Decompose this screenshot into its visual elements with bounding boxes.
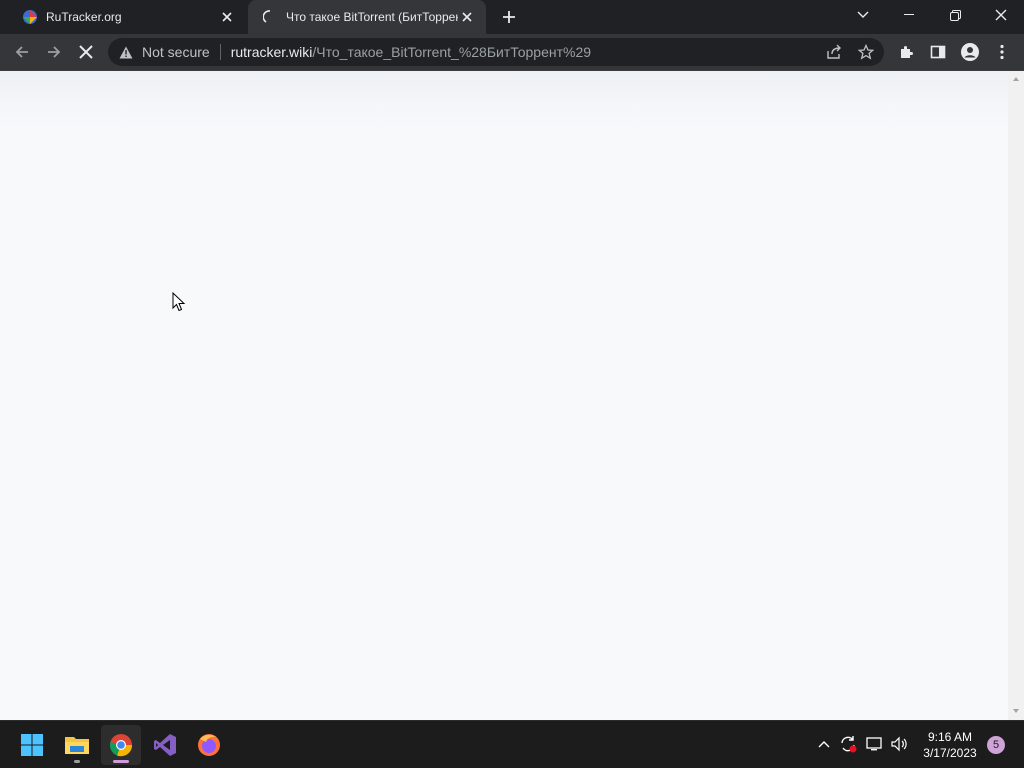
- restore-icon[interactable]: [932, 0, 978, 30]
- notification-count-badge[interactable]: 5: [987, 736, 1005, 754]
- volume-icon[interactable]: [889, 733, 911, 755]
- tab-bittorrent-article[interactable]: Что такое BitTorrent (БитТоррент): [248, 0, 486, 34]
- windows-start-icon[interactable]: [12, 725, 52, 765]
- extensions-puzzle-icon[interactable]: [892, 38, 920, 66]
- security-label[interactable]: Not secure: [142, 44, 210, 60]
- tab-search-icon[interactable]: [840, 0, 886, 30]
- menu-kebab-icon[interactable]: [988, 38, 1016, 66]
- clock-date: 3/17/2023: [923, 746, 977, 760]
- loading-spinner-icon: [262, 9, 278, 25]
- close-tab-icon[interactable]: [458, 8, 476, 26]
- profile-avatar-icon[interactable]: [956, 38, 984, 66]
- vertical-scrollbar[interactable]: [1008, 71, 1024, 720]
- minimize-icon[interactable]: [886, 0, 932, 30]
- tab-rutracker[interactable]: RuTracker.org: [8, 0, 246, 34]
- network-icon[interactable]: [864, 733, 886, 755]
- tab-title: RuTracker.org: [46, 10, 122, 24]
- rutracker-favicon: [22, 9, 38, 25]
- running-indicator: [74, 760, 80, 763]
- bookmark-star-icon[interactable]: [852, 38, 880, 66]
- page-viewport[interactable]: [0, 71, 1024, 720]
- close-tab-icon[interactable]: [218, 8, 236, 26]
- clock-time: 9:16 AM: [927, 730, 973, 744]
- tab-title: Что такое BitTorrent (БитТоррент): [286, 10, 458, 24]
- show-hidden-icons-chevron-icon[interactable]: [813, 733, 835, 755]
- url-host: rutracker.wiki: [230, 44, 313, 60]
- share-icon[interactable]: [820, 38, 848, 66]
- active-indicator: [113, 760, 129, 763]
- address-bar[interactable]: Not secure rutracker.wiki /Что_такое_Bit…: [108, 38, 884, 66]
- scroll-down-icon[interactable]: [1012, 707, 1020, 715]
- windows-taskbar: 9:16 AM 3/17/2023 5: [0, 720, 1024, 768]
- stop-loading-icon[interactable]: [72, 38, 100, 66]
- url-path: /Что_такое_BitTorrent_%28БитТоррент%29: [312, 44, 592, 60]
- file-explorer-icon[interactable]: [57, 725, 97, 765]
- tab-strip: RuTracker.org Что такое BitTorrent (БитТ…: [0, 0, 1024, 34]
- google-chrome-icon[interactable]: [101, 725, 141, 765]
- visual-studio-icon[interactable]: [145, 725, 185, 765]
- page-header-placeholder: [0, 71, 1008, 129]
- system-clock[interactable]: 9:16 AM 3/17/2023: [916, 729, 984, 761]
- new-tab-button[interactable]: [498, 6, 520, 28]
- warning-icon[interactable]: [118, 44, 134, 60]
- scroll-up-icon[interactable]: [1012, 75, 1020, 83]
- sync-error-icon[interactable]: [837, 733, 859, 755]
- close-window-icon[interactable]: [978, 0, 1024, 30]
- side-panel-icon[interactable]: [924, 38, 952, 66]
- browser-toolbar: Not secure rutracker.wiki /Что_такое_Bit…: [0, 34, 1024, 71]
- forward-arrow-icon[interactable]: [40, 38, 68, 66]
- firefox-icon[interactable]: [189, 725, 229, 765]
- back-arrow-icon[interactable]: [8, 38, 36, 66]
- omnibox-divider: [219, 44, 221, 60]
- mouse-cursor-icon: [172, 292, 186, 312]
